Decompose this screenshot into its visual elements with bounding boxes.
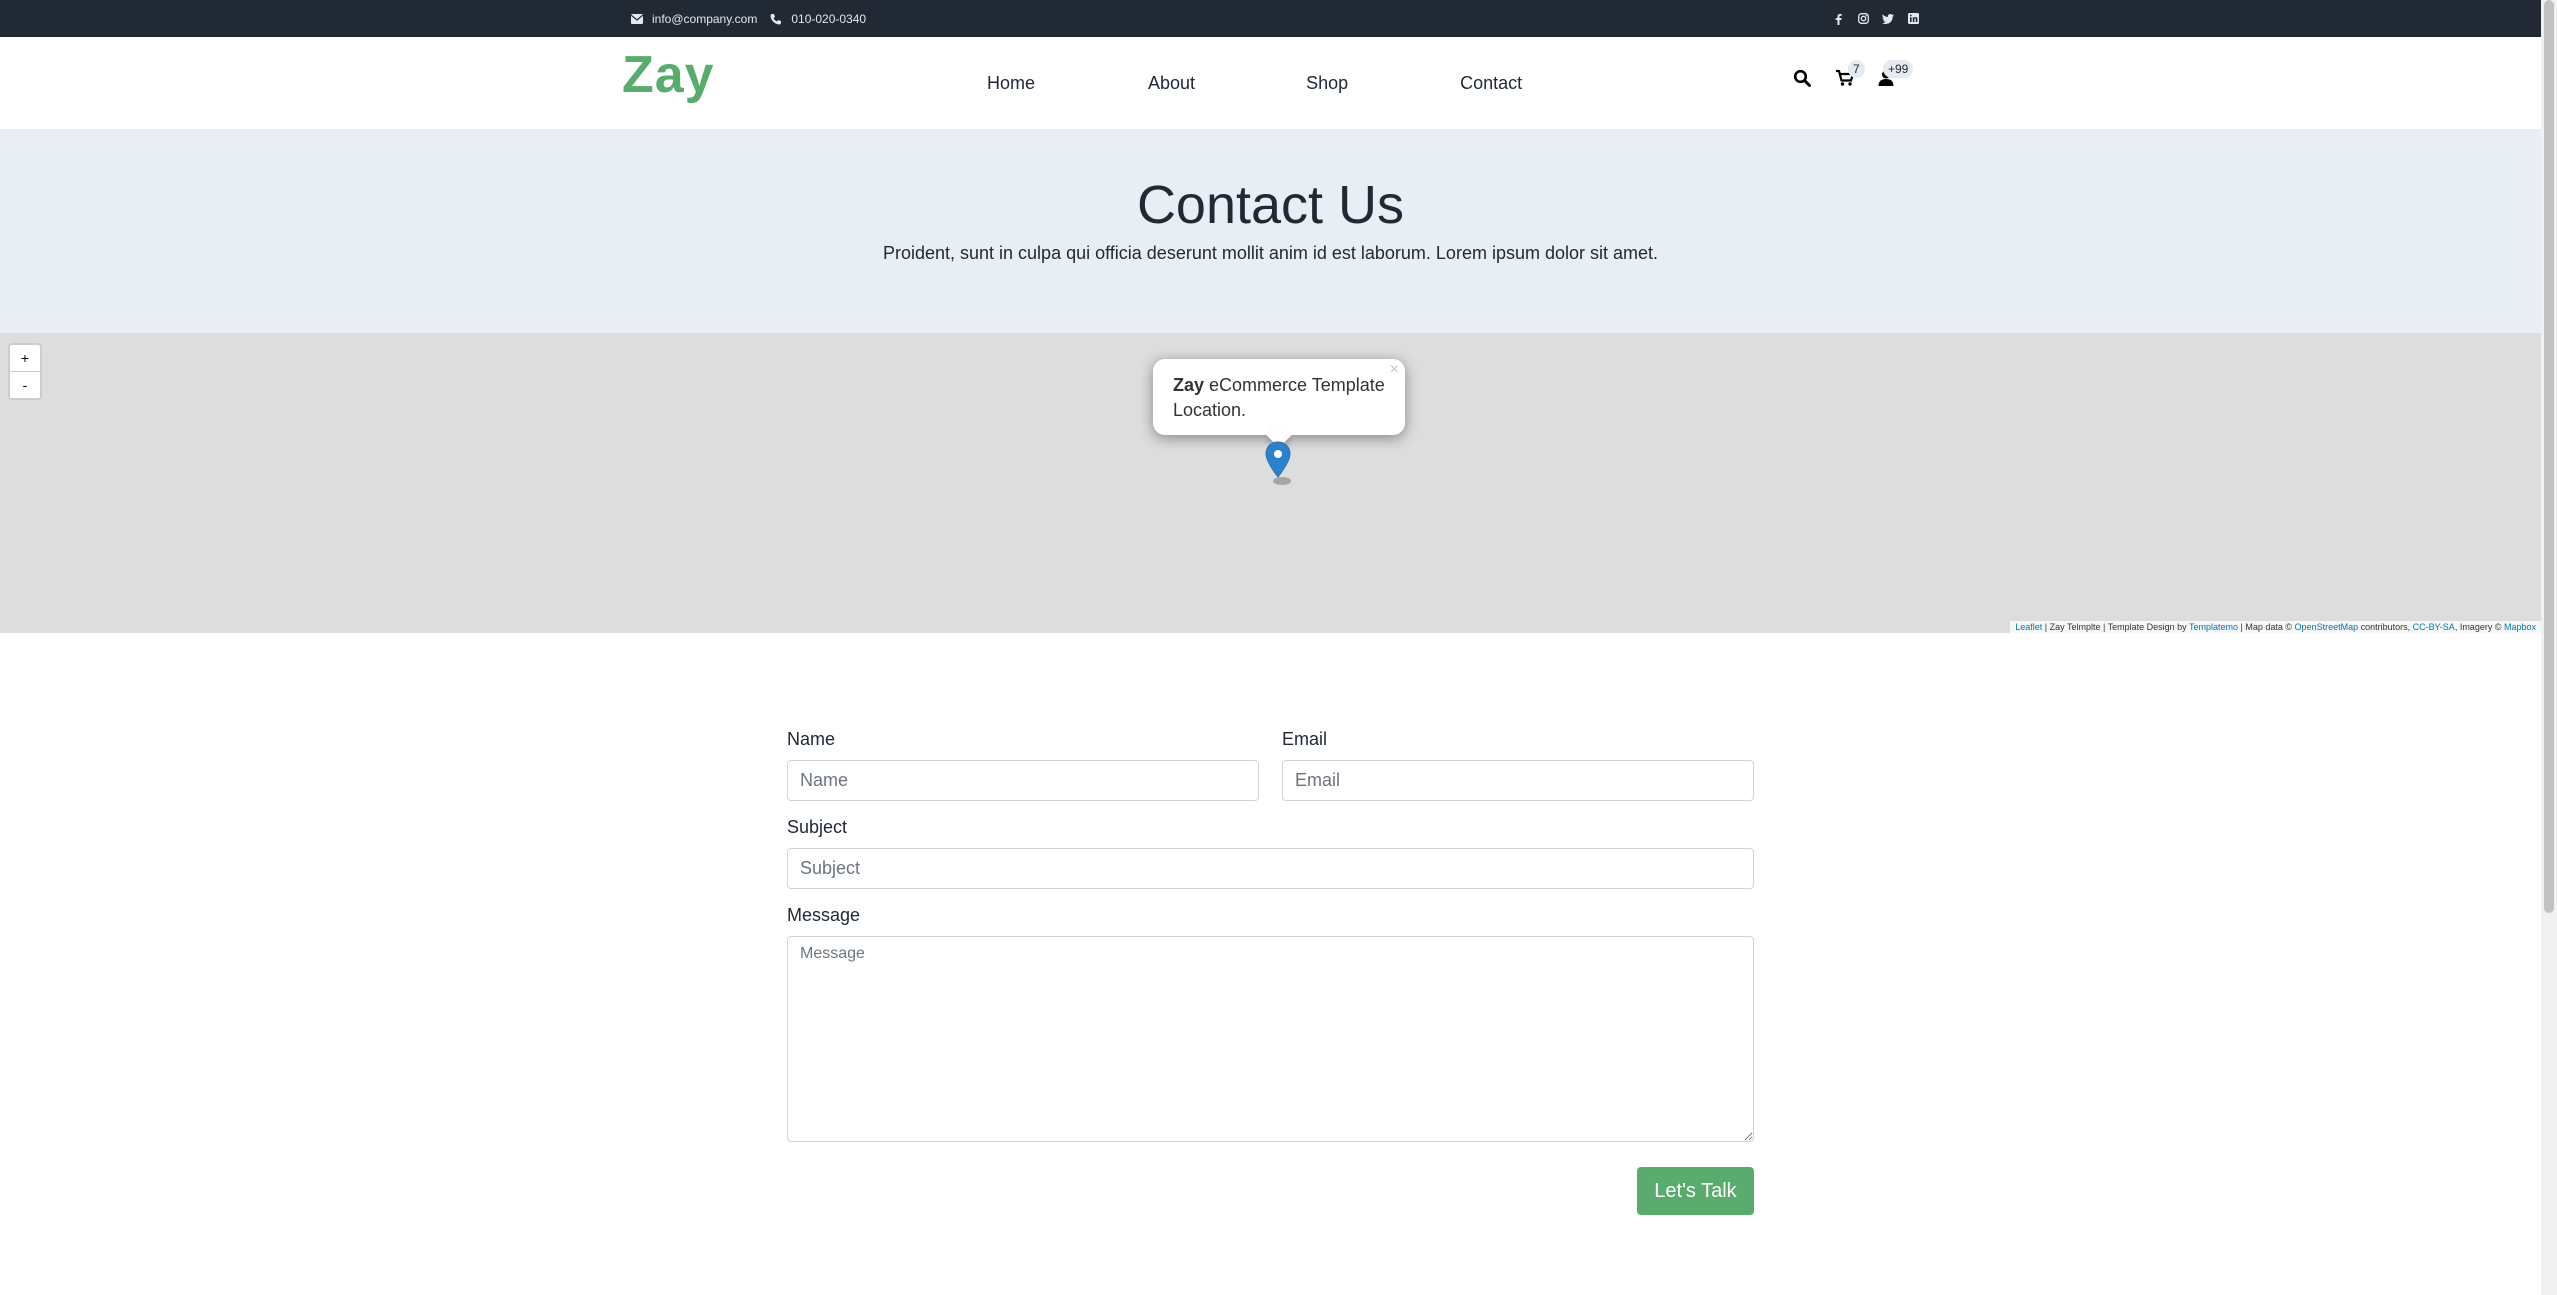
- twitter-icon[interactable]: [1882, 13, 1894, 25]
- page-scrollbar[interactable]: [2541, 0, 2557, 1295]
- popup-bold-text: Zay: [1173, 375, 1205, 395]
- zoom-out-button[interactable]: -: [10, 372, 40, 398]
- ccbysa-link[interactable]: CC-BY-SA: [2413, 622, 2455, 632]
- popup-body-text: eCommerce Template Location.: [1173, 375, 1385, 420]
- linkedin-icon[interactable]: [1907, 13, 1919, 25]
- email-link[interactable]: info@company.com: [630, 12, 757, 26]
- instagram-icon[interactable]: [1857, 13, 1869, 25]
- map-attribution: Leaflet | Zay Telmplte | Template Design…: [2010, 621, 2541, 633]
- nav-contact[interactable]: Contact: [1460, 73, 1522, 94]
- main-navbar: Zay Home About Shop Contact 7 +99: [0, 37, 2541, 129]
- location-map[interactable]: + - Zay eCommerce Template Location. × L…: [0, 333, 2541, 633]
- attribution-text-3: contributors,: [2358, 622, 2413, 632]
- nav-about[interactable]: About: [1148, 73, 1195, 94]
- email-text: info@company.com: [652, 11, 758, 26]
- email-label: Email: [1282, 729, 1328, 749]
- nav-home[interactable]: Home: [987, 73, 1035, 94]
- lets-talk-button[interactable]: Let's Talk: [1637, 1167, 1754, 1215]
- phone-link[interactable]: 010-020-0340: [769, 12, 866, 26]
- phone-text: 010-020-0340: [791, 11, 867, 26]
- message-textarea[interactable]: [787, 936, 1754, 1142]
- scrollbar-thumb[interactable]: [2544, 0, 2554, 913]
- name-label: Name: [787, 729, 836, 749]
- top-contact-info: info@company.com 010-020-0340: [630, 0, 866, 37]
- email-input[interactable]: [1282, 760, 1754, 801]
- page-subtitle: Proident, sunt in culpa qui officia dese…: [882, 243, 1659, 263]
- facebook-icon[interactable]: [1832, 13, 1844, 25]
- leaflet-link[interactable]: Leaflet: [2015, 622, 2042, 632]
- contact-banner: Contact Us Proident, sunt in culpa qui o…: [0, 129, 2541, 333]
- cart-count-badge: 7: [1848, 60, 1865, 78]
- envelope-icon: [630, 12, 644, 26]
- templatemo-link[interactable]: Templatemo: [2189, 622, 2238, 632]
- attribution-text-1: | Zay Telmplte | Template Design by: [2042, 622, 2190, 632]
- logo[interactable]: Zay: [622, 49, 715, 101]
- attribution-text-2: | Map data ©: [2238, 622, 2295, 632]
- subject-input[interactable]: [787, 848, 1754, 889]
- popup-text: Zay eCommerce Template Location.: [1173, 373, 1405, 423]
- subject-label: Subject: [787, 817, 848, 837]
- nav-shop[interactable]: Shop: [1306, 73, 1348, 94]
- phone-icon: [769, 12, 783, 26]
- map-popup: Zay eCommerce Template Location. ×: [1153, 359, 1405, 448]
- user-count-badge: +99: [1883, 60, 1914, 78]
- osm-link[interactable]: OpenStreetMap: [2295, 622, 2359, 632]
- mapbox-link[interactable]: Mapbox: [2504, 622, 2536, 632]
- zoom-in-button[interactable]: +: [10, 345, 40, 372]
- search-icon[interactable]: [1793, 69, 1813, 89]
- social-links: [1832, 0, 1919, 37]
- name-input[interactable]: [787, 760, 1259, 801]
- map-zoom-control: + -: [8, 343, 42, 400]
- nav-actions: 7 +99: [1793, 37, 1933, 129]
- nav-menu: Home About Shop Contact: [987, 37, 1635, 129]
- map-marker-icon[interactable]: [1265, 441, 1295, 487]
- top-bar: info@company.com 010-020-0340: [0, 0, 2541, 37]
- attribution-text-4: , Imagery ©: [2454, 622, 2504, 632]
- page-title: Contact Us: [1136, 175, 1405, 235]
- message-label: Message: [787, 905, 861, 925]
- popup-close-button[interactable]: ×: [1390, 361, 1399, 379]
